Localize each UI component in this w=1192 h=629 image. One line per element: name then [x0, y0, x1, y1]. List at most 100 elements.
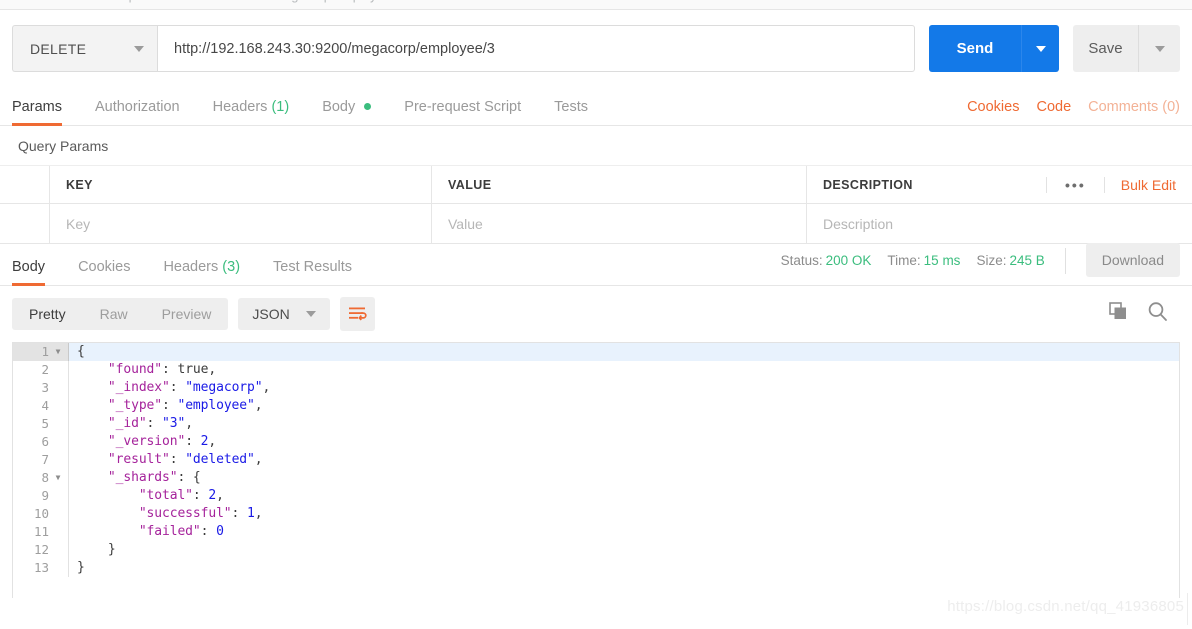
save-options-button[interactable]	[1138, 25, 1180, 72]
tab-body[interactable]: Body	[322, 99, 372, 125]
response-format-value: JSON	[252, 306, 290, 322]
copy-icon	[1109, 302, 1126, 319]
tab-headers-count: (1)	[271, 99, 290, 115]
code-text: "failed": 0	[77, 524, 224, 539]
size-badge: Size: 245 B	[976, 253, 1044, 268]
line-number: 9	[13, 487, 69, 505]
send-options-button[interactable]	[1021, 25, 1059, 72]
row-checkbox[interactable]	[0, 204, 50, 243]
code-line: 8 ▼ "_shards": {	[13, 469, 1179, 487]
table-header-row: KEY VALUE DESCRIPTION ••• Bulk Edit	[0, 166, 1192, 204]
code-line: 5 "_id": "3",	[13, 415, 1179, 433]
response-tab-body[interactable]: Body	[12, 259, 46, 286]
code-text: {	[77, 344, 85, 359]
code-line: 4 "_type": "employee",	[13, 397, 1179, 415]
tab-headers-label: Headers	[212, 99, 268, 115]
code-text: "_id": "3",	[77, 416, 193, 431]
table-row: Key Value Description	[0, 204, 1192, 244]
code-lines: 1 ▼ {2 "found": true, 3 "_index": "megacorp…	[13, 343, 1179, 577]
param-description-input[interactable]: Description	[807, 204, 1192, 243]
code-line: 11 "failed": 0	[13, 523, 1179, 541]
url-input-value: http://192.168.243.30:9200/megacorp/empl…	[174, 40, 495, 57]
chevron-down-icon	[1035, 45, 1046, 52]
send-button-group: Send	[929, 25, 1059, 72]
code-link[interactable]: Code	[1036, 99, 1071, 115]
column-header-description: DESCRIPTION	[823, 177, 913, 192]
tab-authorization[interactable]: Authorization	[95, 99, 180, 125]
line-number: 3	[13, 379, 69, 397]
response-body-viewer[interactable]: 1 ▼ {2 "found": true, 3 "_index": "megacorp…	[12, 342, 1180, 598]
search-button[interactable]	[1147, 301, 1168, 327]
view-mode-preview[interactable]: Preview	[145, 298, 229, 330]
query-params-title: Query Params	[0, 126, 1192, 166]
request-tab-links: Cookies Code Comments (0)	[967, 99, 1180, 125]
param-value-input[interactable]: Value	[432, 204, 807, 243]
chevron-down-icon	[305, 311, 316, 317]
param-key-input[interactable]: Key	[50, 204, 432, 243]
column-header-key: KEY	[50, 166, 432, 203]
tab-params-label: Params	[12, 99, 62, 115]
code-line: 2 "found": true,	[13, 361, 1179, 379]
copy-button[interactable]	[1109, 302, 1129, 326]
code-text: "_type": "employee",	[77, 398, 263, 413]
size-label: Size:	[976, 253, 1007, 268]
code-line: 9 "total": 2,	[13, 487, 1179, 505]
chevron-down-icon	[1154, 45, 1165, 52]
request-url-bar: DELETE http://192.168.243.30:9200/megaco…	[0, 10, 1192, 86]
code-text: "result": "deleted",	[77, 452, 263, 467]
cropped-tab-title: DELETE http://192.168.243.30:9200/megaco…	[60, 0, 402, 3]
download-button[interactable]: Download	[1085, 243, 1180, 277]
view-mode-group: Pretty Raw Preview	[12, 298, 229, 330]
tab-tests[interactable]: Tests	[554, 99, 588, 125]
code-line: 3 "_index": "megacorp",	[13, 379, 1179, 397]
select-all-cell[interactable]	[0, 166, 50, 203]
request-tabs: Params Authorization Headers (1) Body Pr…	[0, 86, 1192, 126]
cookies-link[interactable]: Cookies	[967, 99, 1019, 115]
code-text: "_index": "megacorp",	[77, 380, 271, 395]
http-method-select[interactable]: DELETE	[12, 25, 157, 72]
line-number: 7	[13, 451, 69, 469]
fold-toggle-icon[interactable]: ▼	[54, 469, 62, 487]
time-badge: Time: 15 ms	[887, 253, 960, 268]
save-button[interactable]: Save	[1073, 25, 1138, 72]
postman-window: DELETE http://192.168.243.30:9200/megaco…	[0, 0, 1192, 629]
code-line: 12 }	[13, 541, 1179, 559]
line-number: 2	[13, 361, 69, 379]
tab-pre-request-script[interactable]: Pre-request Script	[404, 99, 521, 125]
line-number: 4	[13, 397, 69, 415]
response-tabs: Body Cookies Headers (3) Test Results St…	[0, 243, 1192, 286]
view-mode-raw[interactable]: Raw	[83, 298, 145, 330]
tab-headers[interactable]: Headers (1)	[213, 99, 290, 125]
comments-link[interactable]: Comments (0)	[1088, 99, 1180, 115]
view-mode-pretty[interactable]: Pretty	[12, 298, 83, 330]
line-number: 12	[13, 541, 69, 559]
tab-authorization-label: Authorization	[94, 99, 180, 115]
more-options-icon[interactable]: •••	[1046, 176, 1105, 193]
response-tab-cookies[interactable]: Cookies	[78, 259, 130, 285]
column-header-value: VALUE	[432, 166, 807, 203]
response-tab-test-results[interactable]: Test Results	[273, 259, 352, 285]
code-text: }	[77, 542, 116, 557]
url-input[interactable]: http://192.168.243.30:9200/megacorp/empl…	[157, 25, 915, 72]
code-line: 1 ▼ {	[13, 343, 1179, 361]
code-text: "total": 2,	[77, 488, 224, 503]
code-line: 7 "result": "deleted",	[13, 451, 1179, 469]
status-label: Status:	[780, 253, 823, 268]
time-value: 15 ms	[923, 253, 961, 268]
bulk-edit-button[interactable]: Bulk Edit	[1105, 177, 1192, 193]
fold-toggle-icon[interactable]: ▼	[54, 343, 62, 361]
tab-params[interactable]: Params	[12, 99, 62, 126]
body-present-dot-icon	[364, 103, 372, 110]
code-line: 10 "successful": 1,	[13, 505, 1179, 523]
description-actions: ••• Bulk Edit	[1046, 176, 1192, 193]
send-button[interactable]: Send	[929, 25, 1021, 72]
response-format-select[interactable]: JSON	[238, 298, 330, 330]
tab-body-label: Body	[322, 99, 356, 115]
size-value: 245 B	[1009, 253, 1045, 268]
request-tab-strip[interactable]: DELETE http://192.168.243.30:9200/megaco…	[0, 0, 1192, 10]
wrap-lines-button[interactable]	[339, 297, 375, 331]
response-tab-headers[interactable]: Headers (3)	[163, 259, 240, 285]
response-tab-test-results-label: Test Results	[273, 259, 353, 275]
line-number: 1 ▼	[13, 343, 69, 361]
response-viewer-toolbar: Pretty Raw Preview JSON	[0, 286, 1192, 342]
